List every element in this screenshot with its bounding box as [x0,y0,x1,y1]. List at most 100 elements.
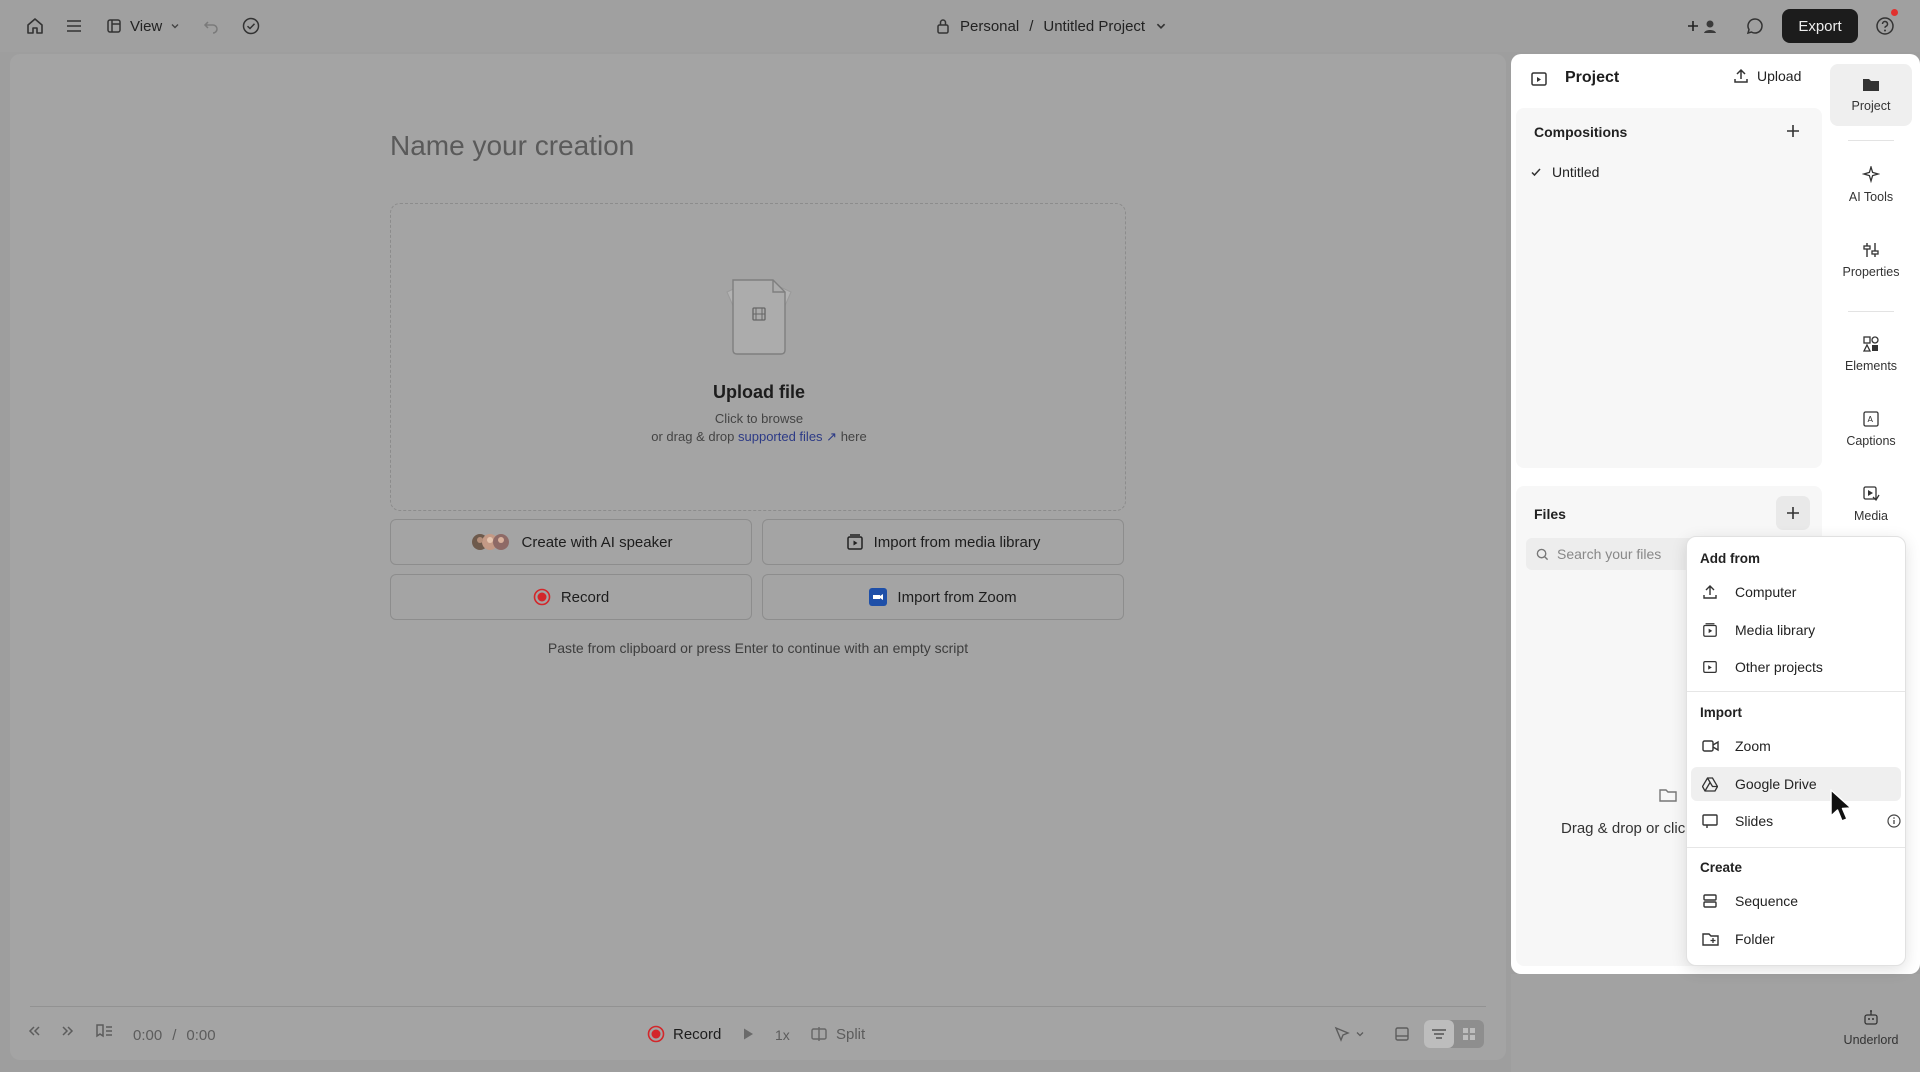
upload-dropzone[interactable]: Upload file Click to browse or drag & dr… [390,203,1126,511]
rail-underlord-label: Underlord [1843,1033,1899,1047]
timeline-divider [30,1006,1486,1007]
menu-item-google-drive[interactable]: Google Drive [1691,767,1901,801]
captions-icon: A [1863,411,1879,427]
menu-item-slides-label: Slides [1735,813,1774,829]
time-separator: / [172,1027,177,1044]
menu-item-computer[interactable]: Computer [1691,575,1901,609]
sequence-icon [1703,894,1717,908]
script-view-icon[interactable] [1424,1020,1454,1048]
svg-text:A: A [1868,415,1874,424]
breadcrumb-workspace[interactable]: Personal [960,18,1019,35]
rail-ai-tools-label: AI Tools [1848,190,1894,204]
supported-files-link[interactable]: supported files ↗ [738,429,837,444]
import-media-library-button[interactable]: Import from media library [762,519,1124,565]
home-icon[interactable] [21,12,49,40]
view-label: View [130,17,163,35]
menu-item-sequence-label: Sequence [1735,893,1799,909]
menu-item-zoom-label: Zoom [1735,738,1771,754]
add-files-button[interactable] [1776,496,1810,530]
layout-icon [107,19,121,33]
project-chevron-icon[interactable] [1155,20,1167,32]
shapes-icon [1862,336,1879,352]
record-icon [647,1025,665,1043]
menu-item-other-projects[interactable]: Other projects [1691,650,1901,684]
project-folder-icon [1703,661,1717,673]
project-folder-icon [1530,70,1548,88]
chapters-icon[interactable] [95,1023,113,1039]
notification-dot [1891,9,1898,16]
lock-icon [937,19,949,34]
panel-title: Project [1565,69,1620,86]
menu-item-google-drive-label: Google Drive [1735,776,1817,792]
menu-divider [1687,847,1905,848]
rail-project[interactable]: Project [1830,64,1912,126]
plus-icon [1787,507,1799,519]
ai-speaker-label: Create with AI speaker [521,533,673,551]
skip-back-icon[interactable] [26,1023,42,1039]
panel-upload-button[interactable]: Upload [1733,68,1801,84]
skip-forward-icon[interactable] [60,1023,76,1039]
layout-toggle-icon[interactable] [1394,1026,1410,1042]
rail-elements[interactable]: Elements [1830,323,1912,385]
playback-speed[interactable]: 1x [775,1027,790,1043]
record-label: Record [560,588,610,606]
files-heading: Files [1534,506,1566,522]
breadcrumb-separator: / [1029,17,1034,35]
play-icon[interactable] [741,1027,755,1041]
split-label: Split [836,1025,866,1043]
add-composition-icon[interactable] [1786,124,1800,138]
undo-icon[interactable] [197,12,225,40]
creation-title-input[interactable]: Name your creation [390,130,634,162]
empty-folder-icon [1658,786,1678,804]
rail-ai-tools[interactable]: AI Tools [1830,154,1912,216]
menu-item-media-library[interactable]: Media library [1691,613,1901,647]
search-files-input[interactable]: Search your files [1526,538,1706,570]
top-bar: View Personal / Untitled Project Export [0,0,1920,52]
avatar [1704,20,1716,33]
save-status-icon[interactable] [237,12,265,40]
rail-media[interactable]: Media [1830,473,1912,535]
invite-collaborator-button[interactable] [1680,11,1724,41]
import-zoom-button[interactable]: Import from Zoom [762,574,1124,620]
media-library-icon [1703,623,1717,637]
rail-elements-label: Elements [1844,359,1898,373]
grid-view-icon[interactable] [1454,1020,1484,1048]
google-drive-icon [1702,776,1718,792]
chevron-down-icon [171,24,179,29]
composition-item[interactable]: Untitled [1530,164,1599,180]
bottom-record-label: Record [673,1025,722,1043]
menu-item-folder-label: Folder [1735,931,1775,947]
menu-item-slides[interactable]: Slides [1691,804,1901,838]
record-button[interactable]: Record [390,574,752,620]
cursor-tool-icon [1334,1026,1350,1042]
check-icon [1531,168,1541,177]
file-video-icon [709,274,809,360]
comments-icon[interactable] [1741,12,1769,40]
breadcrumb-project[interactable]: Untitled Project [1043,18,1145,35]
add-files-dropdown: Add from Computer Media library Other pr… [1686,536,1906,966]
import-heading: Import [1700,705,1742,720]
split-icon [811,1027,827,1041]
view-menu[interactable]: View [106,14,180,38]
rail-properties[interactable]: Properties [1830,229,1912,291]
rail-captions[interactable]: A Captions [1830,398,1912,460]
rail-underlord[interactable]: Underlord [1830,997,1912,1059]
create-heading: Create [1700,860,1743,875]
view-mode-toggle[interactable] [1424,1020,1484,1048]
split-button[interactable]: Split [810,1025,865,1043]
bottom-record-button[interactable]: Record [647,1025,721,1043]
menu-item-zoom[interactable]: Zoom [1691,729,1901,763]
menu-item-folder[interactable]: Folder [1691,922,1901,956]
help-icon[interactable] [1871,12,1899,40]
ai-speaker-avatars-icon [471,534,509,550]
create-ai-speaker-button[interactable]: Create with AI speaker [390,519,752,565]
menu-item-sequence[interactable]: Sequence [1691,884,1901,918]
info-icon[interactable] [1887,814,1901,828]
upload-drag-suffix: here [840,429,867,444]
paste-hint: Paste from clipboard or press Enter to c… [547,640,969,656]
rail-divider [1848,140,1894,141]
menu-icon[interactable] [60,12,88,40]
folder-icon [1863,79,1879,91]
export-button[interactable]: Export [1782,9,1858,43]
pointer-tool[interactable] [1333,1025,1365,1043]
